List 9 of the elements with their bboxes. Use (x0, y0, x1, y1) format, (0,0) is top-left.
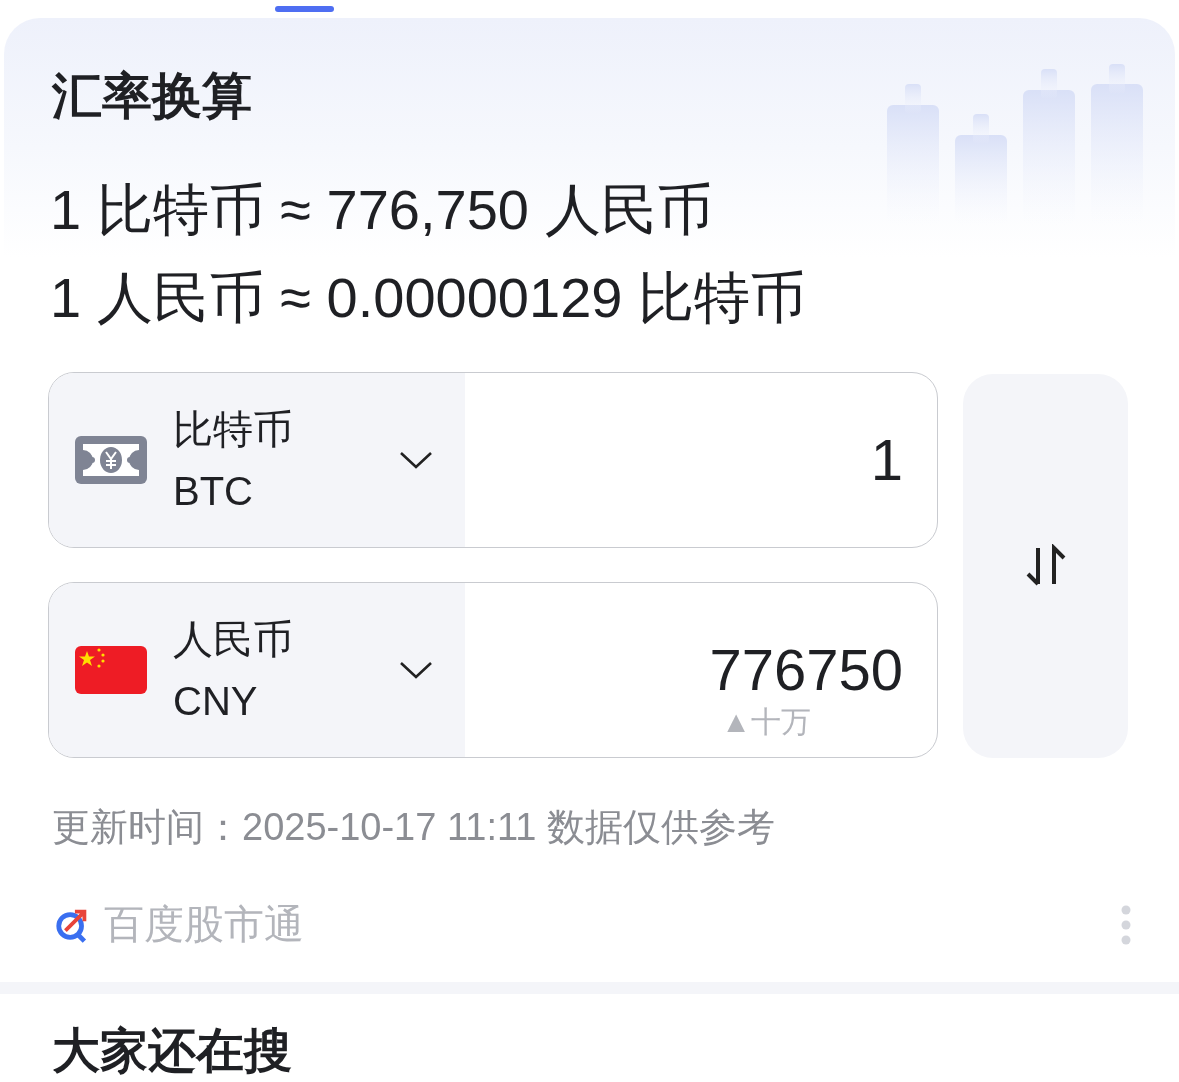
update-time: 更新时间：2025-10-17 11:11 数据仅供参考 (52, 805, 776, 850)
source-name: 百度股市通 (104, 901, 305, 948)
section-title: 大家还在搜 (52, 1024, 293, 1078)
swap-button[interactable] (963, 374, 1128, 758)
tab-indicator (275, 6, 334, 12)
more-icon[interactable] (1120, 904, 1132, 945)
card-title: 汇率换算 (52, 67, 253, 126)
exchange-rate: 1 比特币 ≈ 776,750 人民币 (50, 177, 714, 243)
exchange-rate: 1 人民币 ≈ 0.00000129 比特币 (50, 265, 807, 331)
